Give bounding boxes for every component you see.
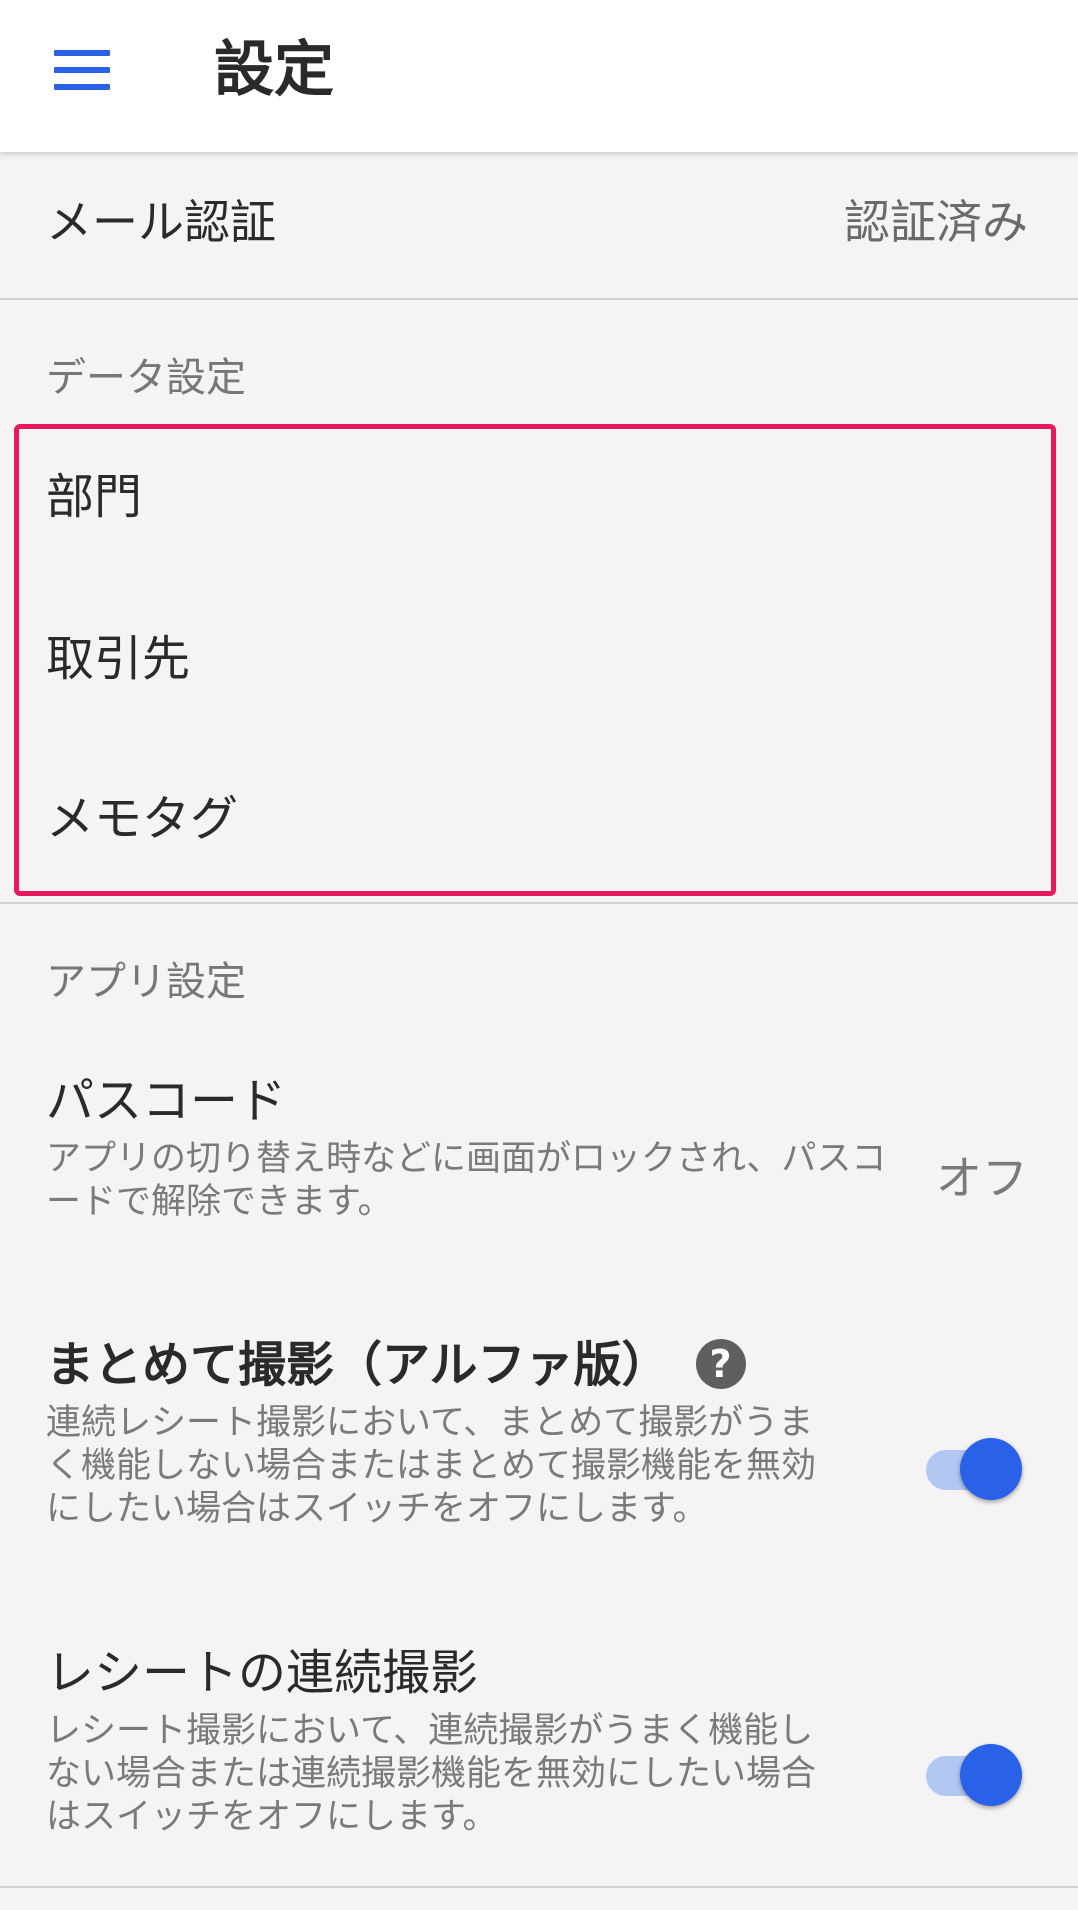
continuous-capture-title: レシートの連続撮影 — [46, 1645, 479, 1701]
highlight-box — [14, 424, 1056, 896]
app-bar: 設定 — [0, 0, 1078, 152]
continuous-capture-toggle[interactable] — [926, 1738, 1022, 1806]
batch-capture-title-text: まとめて撮影（アルファ版） — [46, 1337, 670, 1393]
email-auth-row[interactable]: メール認証 認証済み — [0, 152, 1078, 298]
setting-passcode[interactable]: パスコード アプリの切り替え時などに画面がロックされ、パスコードで解除できます。… — [0, 1068, 1078, 1238]
question-mark-icon[interactable]: ? — [695, 1339, 746, 1389]
divider — [0, 902, 1078, 904]
section-header-data-settings: データ設定 — [46, 355, 246, 401]
passcode-value: オフ — [936, 1151, 1028, 1205]
section-header-app-settings: アプリ設定 — [46, 959, 246, 1005]
email-auth-status: 認証済み — [844, 195, 1028, 249]
page-title: 設定 — [214, 35, 334, 105]
continuous-capture-description: レシート撮影において、連続撮影がうまく機能しない場合または連続撮影機能を無効にし… — [46, 1711, 817, 1837]
passcode-title: パスコード — [46, 1073, 287, 1129]
setting-continuous-capture: レシートの連続撮影 レシート撮影において、連続撮影がうまく機能しない場合または連… — [0, 1640, 1078, 1860]
email-auth-label: メール認証 — [46, 195, 276, 249]
batch-capture-description: 連続レシート撮影において、まとめて撮影がうまく機能しない場合またはまとめて撮影機… — [46, 1403, 817, 1529]
divider — [0, 298, 1078, 300]
batch-capture-title: まとめて撮影（アルファ版）? — [46, 1332, 746, 1398]
passcode-description: アプリの切り替え時などに画面がロックされ、パスコードで解除できます。 — [46, 1139, 887, 1222]
batch-capture-toggle[interactable] — [926, 1432, 1022, 1500]
setting-batch-capture: まとめて撮影（アルファ版）? 連続レシート撮影において、まとめて撮影がうまく機能… — [0, 1332, 1078, 1552]
divider — [0, 1886, 1078, 1888]
toggle-knob — [960, 1744, 1022, 1806]
hamburger-menu-icon[interactable] — [54, 50, 110, 90]
toggle-knob — [960, 1438, 1022, 1500]
